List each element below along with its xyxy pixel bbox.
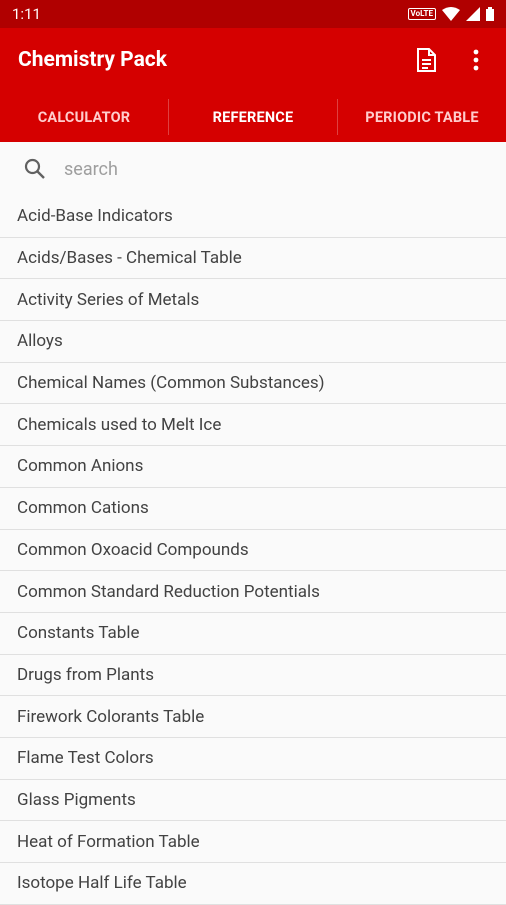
list-item[interactable]: Glass Pigments xyxy=(0,780,506,822)
volte-icon: VoLTE xyxy=(407,8,436,20)
list-item[interactable]: Firework Colorants Table xyxy=(0,696,506,738)
list-item[interactable]: Common Cations xyxy=(0,488,506,530)
app-title: Chemistry Pack xyxy=(18,48,167,72)
list-item[interactable]: Drugs from Plants xyxy=(0,655,506,697)
signal-icon xyxy=(466,7,480,21)
more-options-icon[interactable] xyxy=(464,48,488,72)
list-item[interactable]: Common Oxoacid Compounds xyxy=(0,530,506,572)
list-item[interactable]: Chemicals used to Melt Ice xyxy=(0,404,506,447)
tab-reference[interactable]: REFERENCE xyxy=(169,92,337,142)
list-item[interactable]: Flame Test Colors xyxy=(0,738,506,780)
tab-periodic-table[interactable]: PERIODIC TABLE xyxy=(338,92,506,142)
search-icon xyxy=(24,158,45,179)
list-item[interactable]: Chemical Names (Common Substances) xyxy=(0,363,506,405)
wifi-icon xyxy=(442,7,460,21)
app-bar: Chemistry Pack xyxy=(0,28,506,92)
list-item[interactable]: Common Anions xyxy=(0,446,506,488)
list-item[interactable]: Heat of Formation Table xyxy=(0,821,506,863)
reference-list: Acid-Base Indicators Acids/Bases - Chemic… xyxy=(0,196,506,905)
battery-icon xyxy=(486,7,494,21)
status-icons: VoLTE xyxy=(407,7,494,21)
list-item[interactable]: Isotope Half Life Table xyxy=(0,863,506,905)
list-item[interactable]: Acids/Bases - Chemical Table xyxy=(0,238,506,280)
list-item[interactable]: Activity Series of Metals xyxy=(0,279,506,322)
status-time: 1:11 xyxy=(12,5,41,23)
list-item[interactable]: Constants Table xyxy=(0,613,506,655)
document-icon[interactable] xyxy=(414,48,438,72)
tab-calculator[interactable]: CALCULATOR xyxy=(0,92,168,142)
list-item[interactable]: Acid-Base Indicators xyxy=(0,196,506,238)
tab-bar: CALCULATOR REFERENCE PERIODIC TABLE xyxy=(0,92,506,142)
search-input[interactable] xyxy=(62,157,446,181)
list-item[interactable]: Common Standard Reduction Potentials xyxy=(0,571,506,613)
app-actions xyxy=(414,48,488,72)
list-item[interactable]: Alloys xyxy=(0,321,506,363)
status-bar: 1:11 VoLTE xyxy=(0,0,506,28)
search-bar xyxy=(0,142,506,196)
